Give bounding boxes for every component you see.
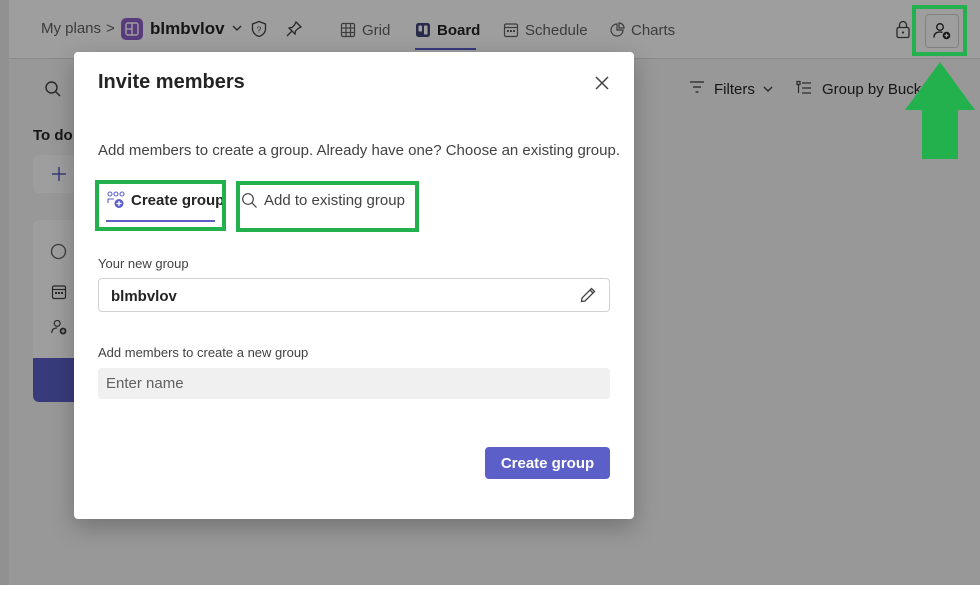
- group-name-value: blmbvlov: [111, 288, 177, 305]
- group-name-label: Your new group: [98, 256, 189, 271]
- green-arrow-up-icon: [905, 62, 975, 159]
- dialog-description: Add members to create a group. Already h…: [98, 142, 620, 159]
- bottom-strip: [0, 585, 980, 590]
- highlight-invite-button: [912, 5, 967, 56]
- create-group-button[interactable]: Create group: [485, 447, 610, 479]
- dialog-title: Invite members: [98, 71, 245, 93]
- close-button[interactable]: [591, 72, 613, 94]
- members-label: Add members to create a new group: [98, 345, 309, 360]
- member-name-input[interactable]: [98, 368, 610, 399]
- close-icon: [595, 76, 609, 90]
- group-name-field[interactable]: blmbvlov: [98, 278, 610, 312]
- highlight-create-group-tab: [95, 180, 226, 231]
- invite-members-dialog: Invite members Add members to create a g…: [74, 52, 634, 519]
- edit-icon[interactable]: [579, 286, 597, 304]
- highlight-add-existing-tab: [236, 181, 419, 232]
